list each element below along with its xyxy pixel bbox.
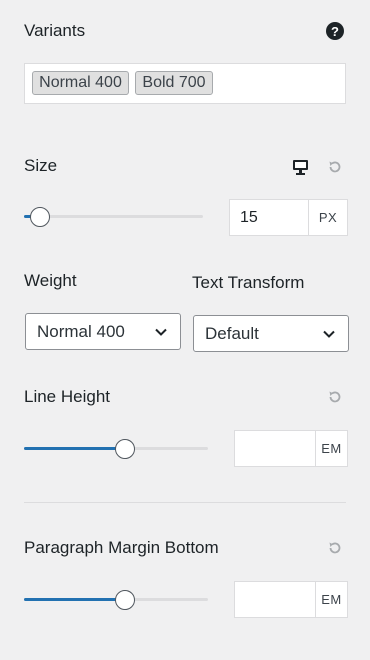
line-height-unit-button[interactable]: EM [315,430,348,467]
paragraph-margin-label: Paragraph Margin Bottom [24,538,219,557]
variant-chip-normal[interactable]: Normal 400 [32,71,129,95]
size-reset-icon[interactable] [327,159,343,175]
help-icon[interactable]: ? [326,22,344,40]
line-height-value-input[interactable] [234,430,316,467]
size-slider-track[interactable] [24,215,203,218]
paragraph-margin-reset-icon[interactable] [327,540,343,556]
text-transform-select-value: Default [205,323,259,343]
size-unit-button[interactable]: PX [308,199,348,236]
section-divider [24,502,346,503]
line-height-label: Line Height [24,387,111,406]
line-height-slider-thumb[interactable] [115,439,135,459]
size-label: Size [24,156,58,175]
paragraph-margin-unit-button[interactable]: EM [315,581,348,618]
size-slider-thumb[interactable] [30,207,50,227]
paragraph-margin-slider-thumb[interactable] [115,590,135,610]
chevron-down-icon [155,328,167,336]
paragraph-margin-slider-fill [24,598,125,601]
weight-label: Weight [24,271,77,290]
size-value-input[interactable] [229,199,309,236]
text-transform-select[interactable]: Default [193,315,349,352]
variants-label: Variants [24,21,86,40]
variant-chip-bold[interactable]: Bold 700 [135,71,213,95]
desktop-icon[interactable] [292,159,309,175]
line-height-slider-fill [24,447,125,450]
chevron-down-icon [323,330,335,338]
paragraph-margin-value-input[interactable] [234,581,316,618]
line-height-reset-icon[interactable] [327,389,343,405]
text-transform-label: Text Transform [192,273,305,292]
weight-select[interactable]: Normal 400 [25,313,181,350]
weight-select-value: Normal 400 [37,321,125,341]
